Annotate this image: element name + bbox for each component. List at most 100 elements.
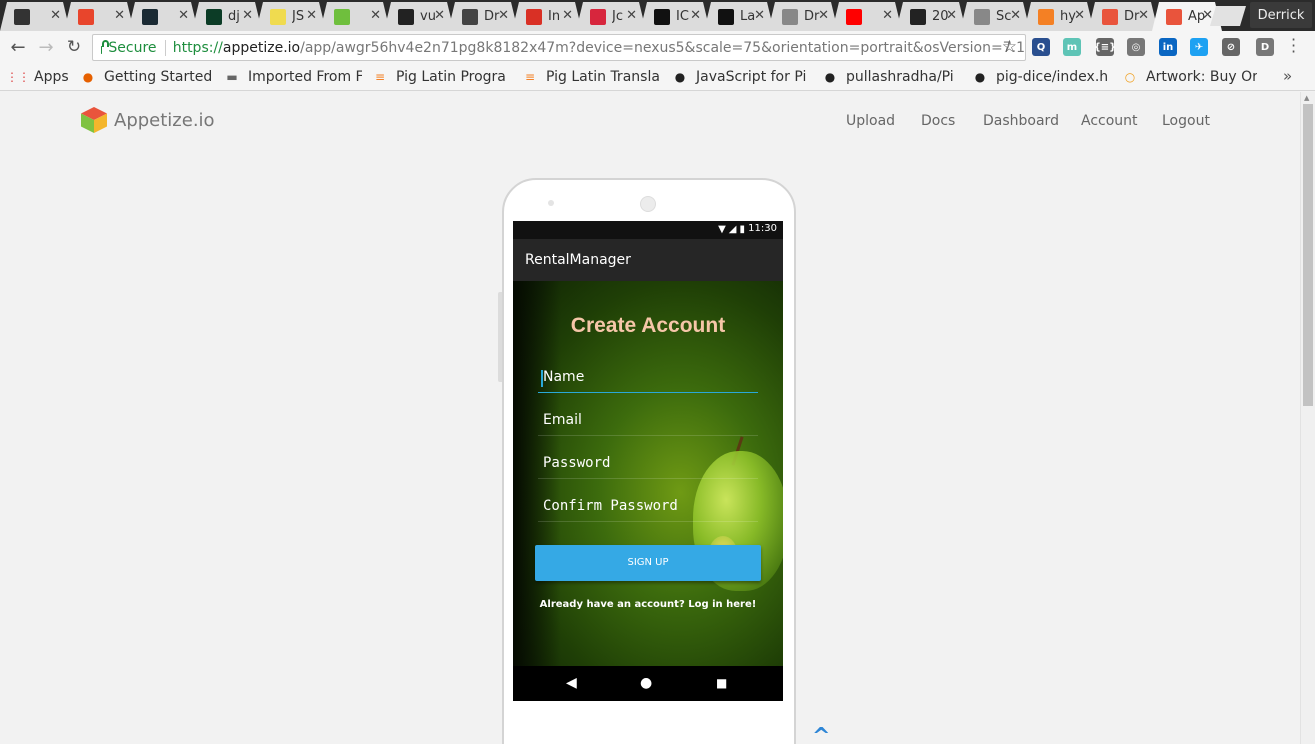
nav-upload[interactable]: Upload (846, 113, 895, 129)
tab-close-icon[interactable]: ✕ (370, 8, 381, 23)
new-tab-button[interactable] (1210, 6, 1246, 26)
site-logo[interactable]: Appetize.io (80, 106, 215, 134)
tab-close-icon[interactable]: ✕ (818, 8, 829, 23)
address-bar[interactable]: Secure https://appetize.io/app/awgr56hv4… (92, 34, 1026, 61)
x-logo-icon (78, 9, 94, 25)
browser-tab[interactable]: ✕ (128, 2, 198, 31)
tab-close-icon[interactable]: ✕ (946, 8, 957, 23)
nav-back-icon[interactable]: ◀ (566, 675, 577, 691)
bookmark-item[interactable]: ○ Artwork: Buy Or (1122, 67, 1257, 87)
app-icon (590, 9, 606, 25)
browser-tab[interactable]: hy ✕ (1024, 2, 1094, 31)
bookmark-item[interactable]: ● Getting Started (80, 67, 215, 87)
json-ext-icon[interactable]: {≡} (1094, 38, 1116, 56)
tab-close-icon[interactable]: ✕ (50, 8, 61, 23)
scrollbar-thumb[interactable] (1303, 104, 1313, 406)
tab-close-icon[interactable]: ✕ (306, 8, 317, 23)
tab-close-icon[interactable]: ✕ (1138, 8, 1149, 23)
browser-tab[interactable]: vu ✕ (384, 2, 454, 31)
tab-close-icon[interactable]: ✕ (242, 8, 253, 23)
email-field[interactable]: Email (538, 406, 758, 436)
tab-close-icon[interactable]: ✕ (690, 8, 701, 23)
tab-close-icon[interactable]: ✕ (882, 8, 893, 23)
browser-tab[interactable]: JS ✕ (256, 2, 326, 31)
nav-dashboard[interactable]: Dashboard (983, 113, 1059, 129)
app-title: RentalManager (525, 252, 631, 268)
reload-icon[interactable]: ↻ (62, 35, 86, 59)
bookmark-item[interactable]: ≡ Pig Latin Progra (372, 67, 512, 87)
bookmark-item[interactable]: ● pullashradha/Pi (822, 67, 962, 87)
browser-tab[interactable]: 20 ✕ (896, 2, 966, 31)
browser-tab[interactable]: IC ✕ (640, 2, 710, 31)
tab-close-icon[interactable]: ✕ (114, 8, 125, 23)
browser-tab[interactable]: La ✕ (704, 2, 774, 31)
bookmark-item[interactable]: ● JavaScript for Pi (672, 67, 812, 87)
tab-close-icon[interactable]: ✕ (498, 8, 509, 23)
youtube-icon (846, 9, 862, 25)
profile-button[interactable]: Derrick (1250, 2, 1312, 28)
confirm-password-field[interactable]: Confirm Password (538, 492, 758, 522)
browser-tab[interactable]: Jc ✕ (576, 2, 646, 31)
tab-close-icon[interactable]: ✕ (1010, 8, 1021, 23)
nav-home-icon[interactable]: ● (640, 675, 652, 691)
forward-icon[interactable]: → (34, 35, 58, 59)
browser-tab[interactable]: dj ✕ (192, 2, 262, 31)
tab-close-icon[interactable]: ✕ (1202, 8, 1213, 23)
scroll-arrow-up-icon[interactable]: ▲ (1304, 94, 1309, 102)
tab-close-icon[interactable]: ✕ (434, 8, 445, 23)
code-icon (462, 9, 478, 25)
appetize-logo-icon (81, 107, 107, 133)
nav-docs[interactable]: Docs (921, 113, 955, 129)
nav-recents-icon[interactable]: ■ (716, 676, 727, 690)
d-ext-icon[interactable]: D (1256, 38, 1274, 56)
github-icon: ● (674, 70, 686, 84)
tab-close-icon[interactable]: ✕ (754, 8, 765, 23)
sign-up-button[interactable]: SIGN UP (535, 545, 761, 581)
page-scrollbar[interactable]: ▲ (1300, 92, 1315, 744)
name-hint: Name (543, 369, 585, 385)
nav-logout[interactable]: Logout (1162, 113, 1210, 129)
status-time: 11:30 (748, 223, 777, 234)
browser-tab[interactable]: Dr ✕ (768, 2, 838, 31)
scroll-up-icon[interactable]: ^ (812, 724, 830, 744)
bookmark-item[interactable]: ≡ Pig Latin Transla (522, 67, 662, 87)
tab-close-icon[interactable]: ✕ (178, 8, 189, 23)
tab-close-icon[interactable]: ✕ (562, 8, 573, 23)
browser-tab[interactable]: Dr ✕ (1088, 2, 1158, 31)
name-field[interactable]: Name (538, 363, 758, 393)
browser-tab[interactable]: ✕ (832, 2, 902, 31)
browser-tab[interactable]: Ap ✕ (1152, 2, 1222, 31)
login-link[interactable]: Already have an account? Log in here! (513, 599, 783, 610)
browser-tab[interactable]: Sc ✕ (960, 2, 1030, 31)
browser-tab[interactable]: ✕ (64, 2, 134, 31)
artwork-icon: ○ (1124, 70, 1136, 84)
bookmark-item[interactable]: ⋮⋮ Apps (10, 67, 70, 87)
bookmark-star-icon[interactable]: ☆ (1002, 37, 1017, 57)
browser-tab[interactable]: ✕ (320, 2, 390, 31)
bookmark-item[interactable]: ● pig-dice/index.h (972, 67, 1112, 87)
eye-ext-icon[interactable]: ◎ (1127, 38, 1145, 56)
bookmark-item[interactable]: ▬ Imported From F (224, 67, 362, 87)
password-field[interactable]: Password (538, 449, 758, 479)
m-ext-icon[interactable]: m (1063, 38, 1081, 56)
appetize-icon (1166, 9, 1182, 25)
browser-tab[interactable]: In ✕ (512, 2, 582, 31)
bird-ext-icon[interactable]: ✈ (1190, 38, 1208, 56)
tab-close-icon[interactable]: ✕ (1074, 8, 1085, 23)
block-ext-icon[interactable]: ⊘ (1222, 38, 1240, 56)
regex-icon (334, 9, 350, 25)
device-screen[interactable]: ▼ ◢ ▮ 11:30 RentalManager Create Account… (513, 221, 783, 701)
bookmark-label: Artwork: Buy Or (1146, 69, 1257, 85)
search-ext-icon[interactable]: Q (1032, 38, 1050, 56)
bookmarks-overflow-icon[interactable]: » (1283, 67, 1292, 85)
menu-kebab-icon[interactable]: · · · (1291, 32, 1297, 60)
browser-tab[interactable]: Dr ✕ (448, 2, 518, 31)
url-text[interactable]: https://appetize.io/app/awgr56hv4e2n71pg… (173, 40, 1025, 56)
freecodecamp-icon (718, 9, 734, 25)
nav-account[interactable]: Account (1081, 113, 1138, 129)
browser-tab[interactable]: ✕ (0, 2, 70, 31)
tab-close-icon[interactable]: ✕ (626, 8, 637, 23)
linkedin-icon[interactable]: in (1159, 38, 1177, 56)
back-icon[interactable]: ← (6, 35, 30, 59)
app-bar: RentalManager (513, 239, 783, 281)
